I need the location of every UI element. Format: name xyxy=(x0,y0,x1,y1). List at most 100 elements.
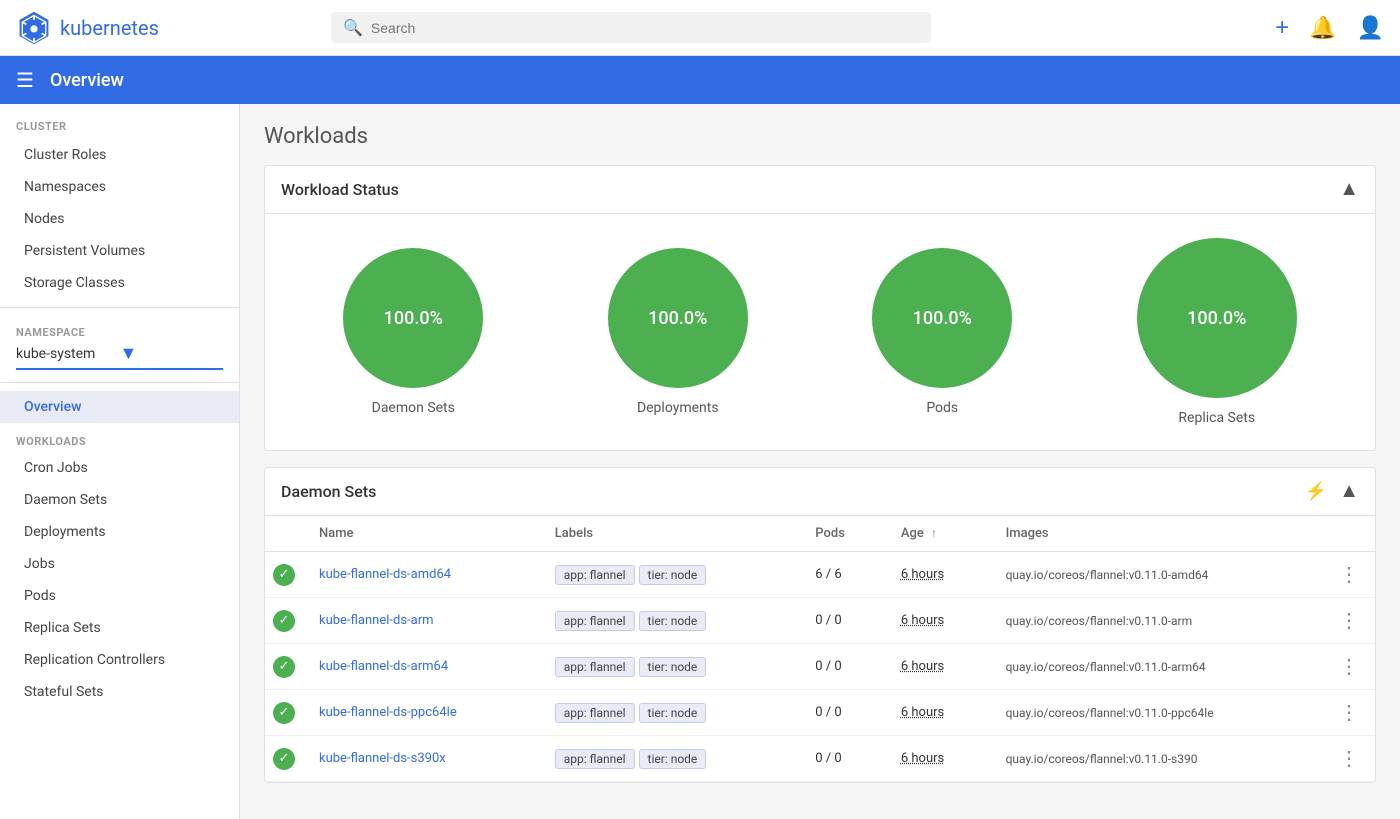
label-chip: tier: node xyxy=(639,611,707,631)
sidebar-item-cluster-roles[interactable]: Cluster Roles xyxy=(0,139,239,171)
daemon-sets-header: Daemon Sets ⚡ ▲ xyxy=(265,468,1375,516)
sidebar-item-storage-classes[interactable]: Storage Classes xyxy=(0,267,239,299)
daemon-set-link[interactable]: kube-flannel-ds-ppc64le xyxy=(319,705,457,720)
row-age-cell: 6 hours xyxy=(885,552,990,598)
status-circles: 100.0% Daemon Sets 100.0% Deployments 10… xyxy=(265,214,1375,450)
col-name: Name xyxy=(303,516,539,552)
row-images-cell: quay.io/coreos/flannel:v0.11.0-arm64 xyxy=(990,644,1323,690)
sidebar-item-cron-jobs[interactable]: Cron Jobs xyxy=(0,452,239,484)
row-name-cell: kube-flannel-ds-amd64 xyxy=(303,552,539,598)
age-value[interactable]: 6 hours xyxy=(901,613,944,628)
row-name-cell: kube-flannel-ds-ppc64le xyxy=(303,690,539,736)
age-sort-icon: ↑ xyxy=(931,526,937,540)
sidebar-item-stateful-sets[interactable]: Stateful Sets xyxy=(0,676,239,708)
col-age: Age ↑ xyxy=(885,516,990,552)
more-actions-button[interactable]: ⋮ xyxy=(1339,562,1359,587)
age-value[interactable]: 6 hours xyxy=(901,567,944,582)
deployments-status-item: 100.0% Deployments xyxy=(608,248,748,416)
sidebar-item-pods[interactable]: Pods xyxy=(0,580,239,612)
daemon-set-link[interactable]: kube-flannel-ds-arm64 xyxy=(319,659,448,674)
add-button[interactable]: + xyxy=(1275,14,1289,42)
filter-icon[interactable]: ⚡ xyxy=(1305,481,1327,502)
search-input[interactable] xyxy=(371,20,919,36)
daemon-set-link[interactable]: kube-flannel-ds-amd64 xyxy=(319,567,451,582)
row-status-cell: ✓ xyxy=(265,690,303,736)
sub-header-title: Overview xyxy=(50,70,124,91)
namespace-area: Namespace kube-system ▼ xyxy=(0,316,239,374)
more-actions-button[interactable]: ⋮ xyxy=(1339,654,1359,679)
daemon-sets-card: Daemon Sets ⚡ ▲ Name La xyxy=(264,467,1376,783)
sidebar-item-replication-controllers[interactable]: Replication Controllers xyxy=(0,644,239,676)
daemon-sets-collapse-button[interactable]: ▲ xyxy=(1339,480,1359,503)
row-images-cell: quay.io/coreos/flannel:v0.11.0-amd64 xyxy=(990,552,1323,598)
sidebar-item-persistent-volumes[interactable]: Persistent Volumes xyxy=(0,235,239,267)
account-button[interactable]: 👤 xyxy=(1357,15,1384,41)
row-labels-cell: app: flanneltier: node xyxy=(539,552,800,598)
row-status-cell: ✓ xyxy=(265,598,303,644)
namespace-select[interactable]: kube-system ▼ xyxy=(16,343,223,370)
row-images-cell: quay.io/coreos/flannel:v0.11.0-ppc64le xyxy=(990,690,1323,736)
workload-status-card: Workload Status ▲ 100.0% Daemon Sets 100… xyxy=(264,165,1376,451)
sidebar-item-namespaces[interactable]: Namespaces xyxy=(0,171,239,203)
sidebar-item-daemon-sets[interactable]: Daemon Sets xyxy=(0,484,239,516)
row-images-cell: quay.io/coreos/flannel:v0.11.0-arm xyxy=(990,598,1323,644)
row-age-cell: 6 hours xyxy=(885,598,990,644)
replica-sets-value: 100.0% xyxy=(1187,308,1246,329)
daemon-sets-table: Name Labels Pods Age ↑ xyxy=(265,516,1375,782)
row-images-cell: quay.io/coreos/flannel:v0.11.0-s390 xyxy=(990,736,1323,782)
row-labels-cell: app: flanneltier: node xyxy=(539,736,800,782)
deployments-label: Deployments xyxy=(637,400,719,416)
age-value[interactable]: 6 hours xyxy=(901,659,944,674)
row-name-cell: kube-flannel-ds-arm64 xyxy=(303,644,539,690)
namespace-value: kube-system xyxy=(16,346,120,362)
pods-value: 100.0% xyxy=(913,308,972,329)
status-check-icon: ✓ xyxy=(273,702,295,724)
row-status-cell: ✓ xyxy=(265,736,303,782)
row-name-cell: kube-flannel-ds-s390x xyxy=(303,736,539,782)
search-bar[interactable]: 🔍 xyxy=(331,12,931,43)
sidebar-item-deployments[interactable]: Deployments xyxy=(0,516,239,548)
deployments-value: 100.0% xyxy=(648,308,707,329)
row-labels-cell: app: flanneltier: node xyxy=(539,690,800,736)
daemon-sets-table-container: Name Labels Pods Age ↑ xyxy=(265,516,1375,782)
sidebar-item-jobs[interactable]: Jobs xyxy=(0,548,239,580)
label-chip: app: flannel xyxy=(555,703,635,723)
workload-status-collapse-button[interactable]: ▲ xyxy=(1339,178,1359,201)
pods-status-item: 100.0% Pods xyxy=(872,248,1012,416)
label-chip: tier: node xyxy=(639,703,707,723)
more-actions-button[interactable]: ⋮ xyxy=(1339,746,1359,771)
sub-header: ☰ Overview xyxy=(0,56,1400,104)
cluster-section-label: Cluster xyxy=(0,104,239,139)
daemon-set-link[interactable]: kube-flannel-ds-s390x xyxy=(319,751,446,766)
table-row: ✓kube-flannel-ds-arm64app: flanneltier: … xyxy=(265,644,1375,690)
daemon-sets-title: Daemon Sets xyxy=(281,482,1305,501)
daemon-set-link[interactable]: kube-flannel-ds-arm xyxy=(319,613,434,628)
page-title: Workloads xyxy=(264,124,1376,149)
daemon-sets-value: 100.0% xyxy=(384,308,443,329)
more-actions-button[interactable]: ⋮ xyxy=(1339,608,1359,633)
col-status xyxy=(265,516,303,552)
sidebar-item-nodes[interactable]: Nodes xyxy=(0,203,239,235)
age-value[interactable]: 6 hours xyxy=(901,751,944,766)
sidebar-divider-2 xyxy=(0,382,239,383)
age-value[interactable]: 6 hours xyxy=(901,705,944,720)
notifications-button[interactable]: 🔔 xyxy=(1309,15,1336,41)
row-labels-cell: app: flanneltier: node xyxy=(539,644,800,690)
table-row: ✓ kube-flannel-ds-s390x app: flanneltier: … xyxy=(265,736,1375,782)
col-pods: Pods xyxy=(799,516,885,552)
menu-icon[interactable]: ☰ xyxy=(16,68,34,92)
sidebar-item-replica-sets[interactable]: Replica Sets xyxy=(0,612,239,644)
workload-status-actions: ▲ xyxy=(1339,178,1359,201)
replica-sets-label: Replica Sets xyxy=(1178,410,1255,426)
nav-icons: + 🔔 👤 xyxy=(1275,14,1384,42)
kubernetes-logo-icon xyxy=(16,10,52,46)
main-content: Workloads Workload Status ▲ 100.0% Daemo… xyxy=(240,104,1400,819)
more-actions-button[interactable]: ⋮ xyxy=(1339,700,1359,725)
row-more-cell: ⋮ xyxy=(1323,598,1375,644)
workload-status-title: Workload Status xyxy=(281,180,1339,199)
sidebar-item-overview[interactable]: Overview xyxy=(0,391,239,423)
daemon-sets-label: Daemon Sets xyxy=(372,400,455,416)
daemon-sets-actions: ⚡ ▲ xyxy=(1305,480,1359,503)
namespace-label: Namespace xyxy=(16,326,223,339)
label-chip: app: flannel xyxy=(555,749,635,769)
